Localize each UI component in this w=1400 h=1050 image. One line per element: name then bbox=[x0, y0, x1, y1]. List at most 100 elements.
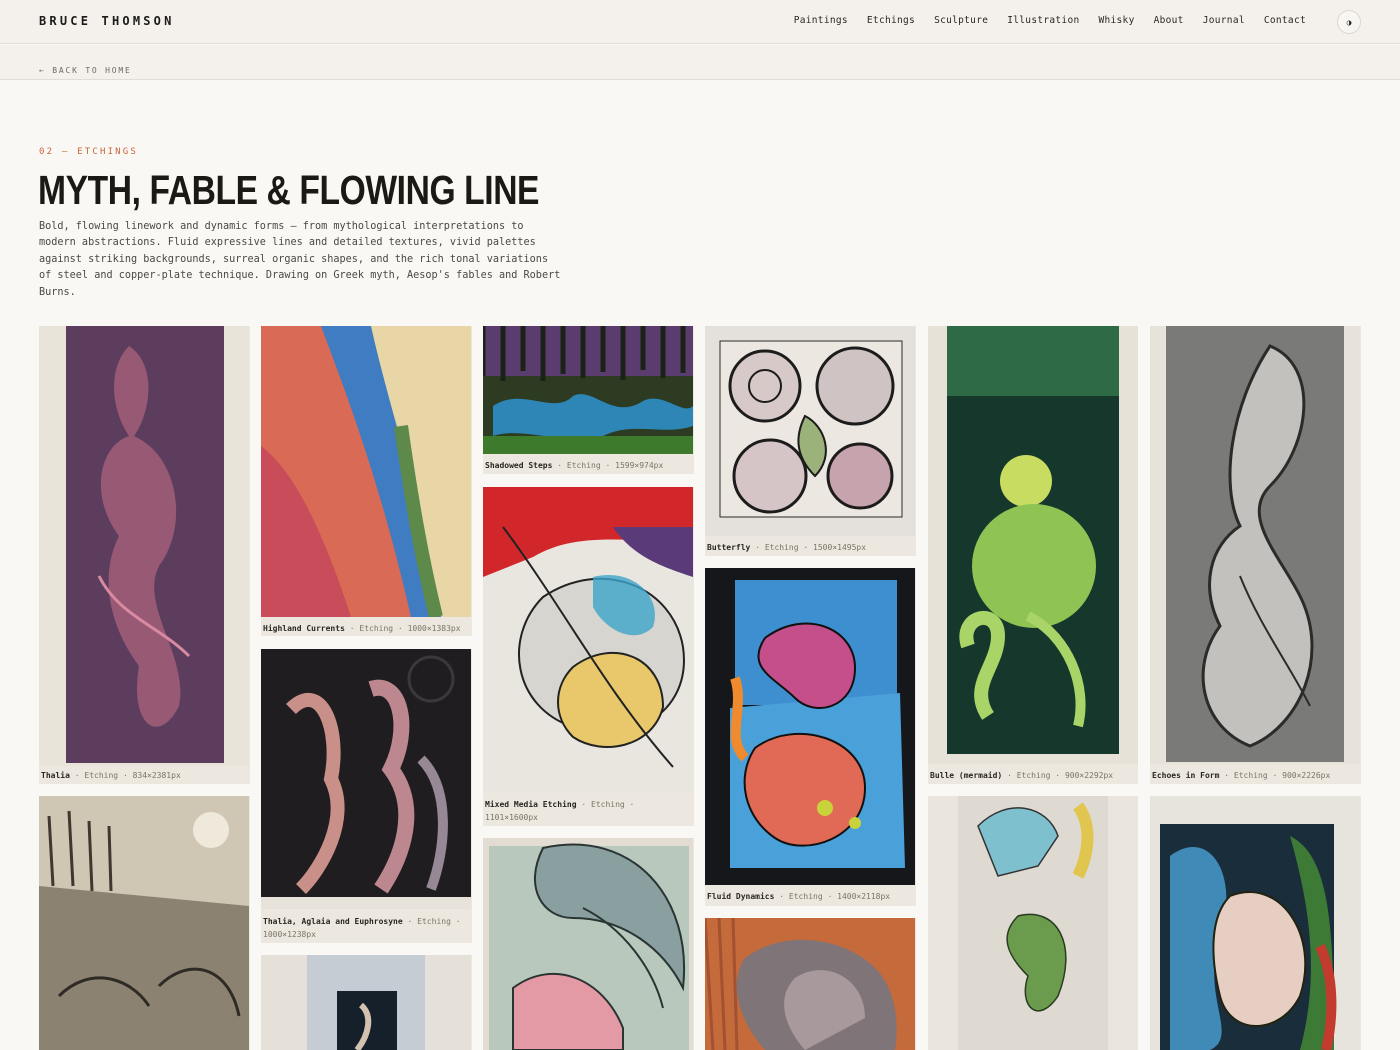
artwork-size: 1599×974px bbox=[615, 461, 664, 470]
artwork-title: Butterfly bbox=[707, 543, 751, 552]
site-logo[interactable]: BRUCE THOMSON bbox=[39, 14, 175, 28]
theme-toggle-button[interactable]: ◑ bbox=[1337, 10, 1361, 34]
artwork-caption: Mixed Media Etching · Etching · 1101×160… bbox=[485, 798, 692, 824]
gallery-item-highland-currents[interactable]: Highland Currents · Etching · 1000×1383p… bbox=[261, 326, 472, 636]
artwork-medium: Etching bbox=[1233, 771, 1268, 780]
caption-separator: · bbox=[779, 892, 785, 901]
gallery-item-bulle-mermaid[interactable]: Bulle (mermaid) · Etching · 900×2292px bbox=[928, 326, 1138, 784]
nav-contact[interactable]: Contact bbox=[1264, 15, 1306, 26]
artwork-size: 1101×1600px bbox=[485, 813, 538, 822]
back-to-home-link[interactable]: ← BACK TO HOME bbox=[39, 66, 132, 75]
nav-sculpture[interactable]: Sculpture bbox=[934, 15, 988, 26]
artwork-title: Fluid Dynamics bbox=[707, 892, 775, 901]
caption-separator: · bbox=[629, 800, 635, 809]
artwork-title: Bulle (mermaid) bbox=[930, 771, 1003, 780]
artwork-caption: Thalia · Etching · 834×2381px bbox=[41, 769, 248, 782]
artwork-image bbox=[1150, 326, 1360, 764]
artwork-title: Highland Currents bbox=[263, 624, 345, 633]
breadcrumb-bar: ← BACK TO HOME bbox=[0, 45, 1400, 80]
gallery-item-three-graces[interactable]: Thalia, Aglaia and Euphrosyne · Etching … bbox=[261, 649, 472, 943]
artwork-size: 1000×1238px bbox=[263, 930, 316, 939]
site-header: BRUCE THOMSON Paintings Etchings Sculptu… bbox=[0, 0, 1400, 44]
artwork-image bbox=[261, 649, 471, 909]
artwork-caption: Highland Currents · Etching · 1000×1383p… bbox=[263, 622, 470, 635]
artwork-medium: Etching bbox=[566, 461, 601, 470]
gallery-item-thalia[interactable]: Thalia · Etching · 834×2381px bbox=[39, 326, 250, 784]
caption-separator: · bbox=[1055, 771, 1061, 780]
caption-separator: · bbox=[827, 892, 833, 901]
gallery-item-butterfly[interactable]: Butterfly · Etching · 1500×1495px bbox=[705, 326, 916, 556]
artwork-size: 900×2226px bbox=[1282, 771, 1331, 780]
artwork-image bbox=[705, 568, 915, 885]
caption-separator: · bbox=[122, 771, 128, 780]
artwork-image bbox=[483, 326, 693, 454]
caption-separator: · bbox=[397, 624, 403, 633]
artwork-medium: Etching bbox=[764, 543, 799, 552]
artwork-image bbox=[928, 796, 1138, 1050]
artwork-caption: Thalia, Aglaia and Euphrosyne · Etching … bbox=[263, 915, 470, 941]
artwork-title: Thalia bbox=[41, 771, 70, 780]
artwork-title: Shadowed Steps bbox=[485, 461, 553, 470]
artwork-size: 1000×1383px bbox=[407, 624, 461, 633]
artwork-image bbox=[1150, 796, 1360, 1050]
caption-separator: · bbox=[581, 800, 587, 809]
caption-separator: · bbox=[1007, 771, 1012, 780]
nav-journal[interactable]: Journal bbox=[1203, 15, 1245, 26]
gallery-item-mixed-media-etching[interactable]: Mixed Media Etching · Etching · 1101×160… bbox=[483, 487, 694, 826]
caption-separator: · bbox=[455, 917, 461, 926]
artwork-size: 1500×1495px bbox=[813, 543, 867, 552]
gallery-item-flowing-forms[interactable] bbox=[483, 838, 694, 1050]
caption-separator: · bbox=[407, 917, 413, 926]
artwork-caption: Shadowed Steps · Etching · 1599×974px bbox=[485, 459, 692, 472]
gallery-item-umbrella-figure[interactable] bbox=[928, 796, 1138, 1050]
artwork-medium: Etching bbox=[1016, 771, 1051, 780]
artwork-medium: Etching bbox=[417, 917, 451, 926]
section-description: Bold, flowing linework and dynamic forms… bbox=[39, 221, 561, 298]
page-title: MYTH, FABLE & FLOWING LINE bbox=[38, 167, 540, 213]
artwork-title: Echoes in Form bbox=[1152, 771, 1220, 780]
caption-separator: · bbox=[74, 771, 80, 780]
section-eyebrow: 02 — ETCHINGS bbox=[39, 147, 139, 157]
gallery-item-organic-forms[interactable] bbox=[705, 918, 916, 1050]
caption-separator: · bbox=[803, 543, 809, 552]
gallery-item-fluid-dynamics[interactable]: Fluid Dynamics · Etching · 1400×2118px bbox=[705, 568, 916, 906]
artwork-size: 900×2292px bbox=[1064, 771, 1114, 780]
artwork-medium: Etching bbox=[591, 800, 625, 809]
nav-about[interactable]: About bbox=[1154, 15, 1184, 26]
artwork-caption: Echoes in Form · Etching · 900×2226px bbox=[1152, 769, 1359, 782]
artwork-caption: Fluid Dynamics · Etching · 1400×2118px bbox=[707, 890, 914, 903]
nav-paintings[interactable]: Paintings bbox=[794, 15, 848, 26]
artwork-size: 834×2381px bbox=[132, 771, 181, 780]
gallery-item-shadowed-steps[interactable]: Shadowed Steps · Etching · 1599×974px bbox=[483, 326, 694, 474]
artwork-image bbox=[705, 326, 915, 536]
caption-separator: · bbox=[605, 461, 611, 470]
half-circle-icon: ◑ bbox=[1346, 17, 1352, 27]
main-nav: Paintings Etchings Sculpture Illustratio… bbox=[794, 15, 1306, 26]
gallery-item-ploughing[interactable] bbox=[39, 796, 250, 1050]
artwork-image bbox=[261, 326, 471, 617]
nav-etchings[interactable]: Etchings bbox=[867, 15, 915, 26]
caption-separator: · bbox=[1224, 771, 1230, 780]
artwork-image bbox=[39, 326, 249, 766]
nav-illustration[interactable]: Illustration bbox=[1007, 15, 1079, 26]
artwork-medium: Etching bbox=[359, 624, 394, 633]
caption-separator: · bbox=[557, 461, 563, 470]
artwork-image bbox=[483, 838, 693, 1050]
artwork-image bbox=[261, 955, 471, 1050]
artwork-image bbox=[928, 326, 1138, 764]
caption-separator: · bbox=[755, 543, 761, 552]
artwork-image bbox=[705, 918, 915, 1050]
artwork-medium: Etching bbox=[84, 771, 119, 780]
artwork-image bbox=[39, 796, 249, 1050]
artwork-medium: Etching bbox=[788, 892, 823, 901]
nav-whisky[interactable]: Whisky bbox=[1098, 15, 1134, 26]
gallery-item-seated-figure[interactable] bbox=[261, 955, 472, 1050]
caption-separator: · bbox=[1272, 771, 1278, 780]
caption-separator: · bbox=[349, 624, 355, 633]
gallery-item-echoes-in-form[interactable]: Echoes in Form · Etching · 900×2226px bbox=[1150, 326, 1361, 784]
artwork-size: 1400×2118px bbox=[837, 892, 891, 901]
gallery-item-abstract-figure[interactable] bbox=[1150, 796, 1361, 1050]
artwork-title: Thalia, Aglaia and Euphrosyne bbox=[263, 917, 403, 926]
artwork-caption: Bulle (mermaid) · Etching · 900×2292px bbox=[930, 769, 1136, 782]
artwork-caption: Butterfly · Etching · 1500×1495px bbox=[707, 541, 914, 554]
